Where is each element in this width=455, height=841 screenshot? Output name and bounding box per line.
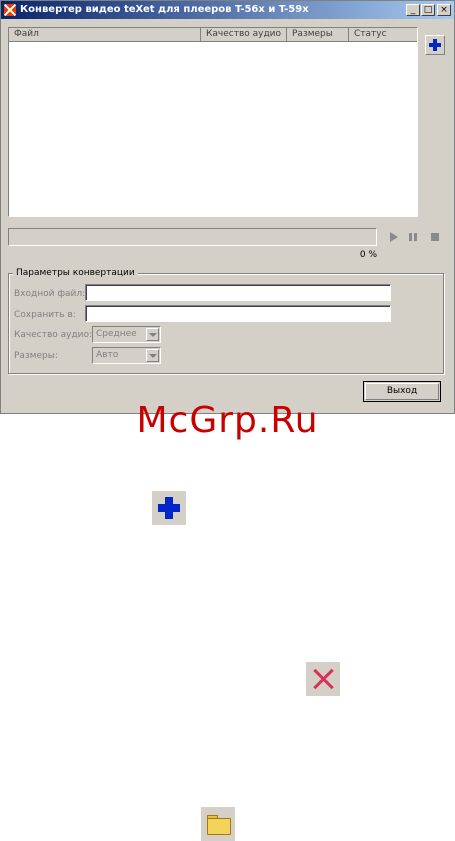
conversion-params-title: Параметры конвертации [13,268,138,278]
column-header-audio-quality[interactable]: Качество аудио [201,28,287,42]
folder-icon [207,818,231,835]
save-to-label: Сохранить в: [14,310,76,320]
maximize-button[interactable]: □ [421,4,435,16]
app-icon [4,4,16,16]
pause-icon[interactable] [409,232,419,242]
save-to-field[interactable] [85,305,391,322]
converter-window: Конвертер видео teXet для плееров T-56x … [0,0,455,414]
size-label: Размеры: [14,351,58,361]
input-file-label: Входной файл: [14,289,86,299]
file-list-header: Файл Качество аудио Размеры Статус [9,28,417,42]
play-icon[interactable] [390,232,398,242]
add-file-button[interactable] [425,35,445,55]
exit-button-label: Выход [386,386,418,396]
delete-button-illustration [306,662,340,696]
plus-icon-bar [429,43,441,47]
column-header-size[interactable]: Размеры [287,28,349,42]
audio-quality-label: Качество аудио: [14,330,93,340]
title-bar[interactable]: Конвертер видео teXet для плееров T-56x … [1,1,454,19]
minimize-button[interactable]: _ [406,4,420,16]
progress-percent: 0 % [359,250,377,260]
add-button-illustration [152,491,186,525]
size-value: Авто [96,350,119,360]
audio-quality-value: Среднее [96,329,137,339]
close-button[interactable]: × [437,4,451,16]
file-list[interactable]: Файл Качество аудио Размеры Статус [8,27,418,217]
audio-quality-select[interactable]: Среднее [92,326,161,343]
size-select[interactable]: Авто [92,347,161,364]
watermark: McGrp.Ru [136,400,319,441]
folder-button-illustration [201,807,235,841]
stop-icon[interactable] [431,232,441,242]
column-header-file[interactable]: Файл [9,28,201,42]
column-header-status[interactable]: Статус [349,28,417,42]
chevron-down-icon[interactable] [146,349,159,362]
window-title: Конвертер видео teXet для плееров T-56x … [20,4,309,15]
exit-button[interactable]: Выход [363,381,441,402]
input-file-field[interactable] [85,284,391,301]
plus-icon-bar [158,504,180,512]
conversion-progress-bar [8,228,377,246]
chevron-down-icon[interactable] [146,328,159,341]
